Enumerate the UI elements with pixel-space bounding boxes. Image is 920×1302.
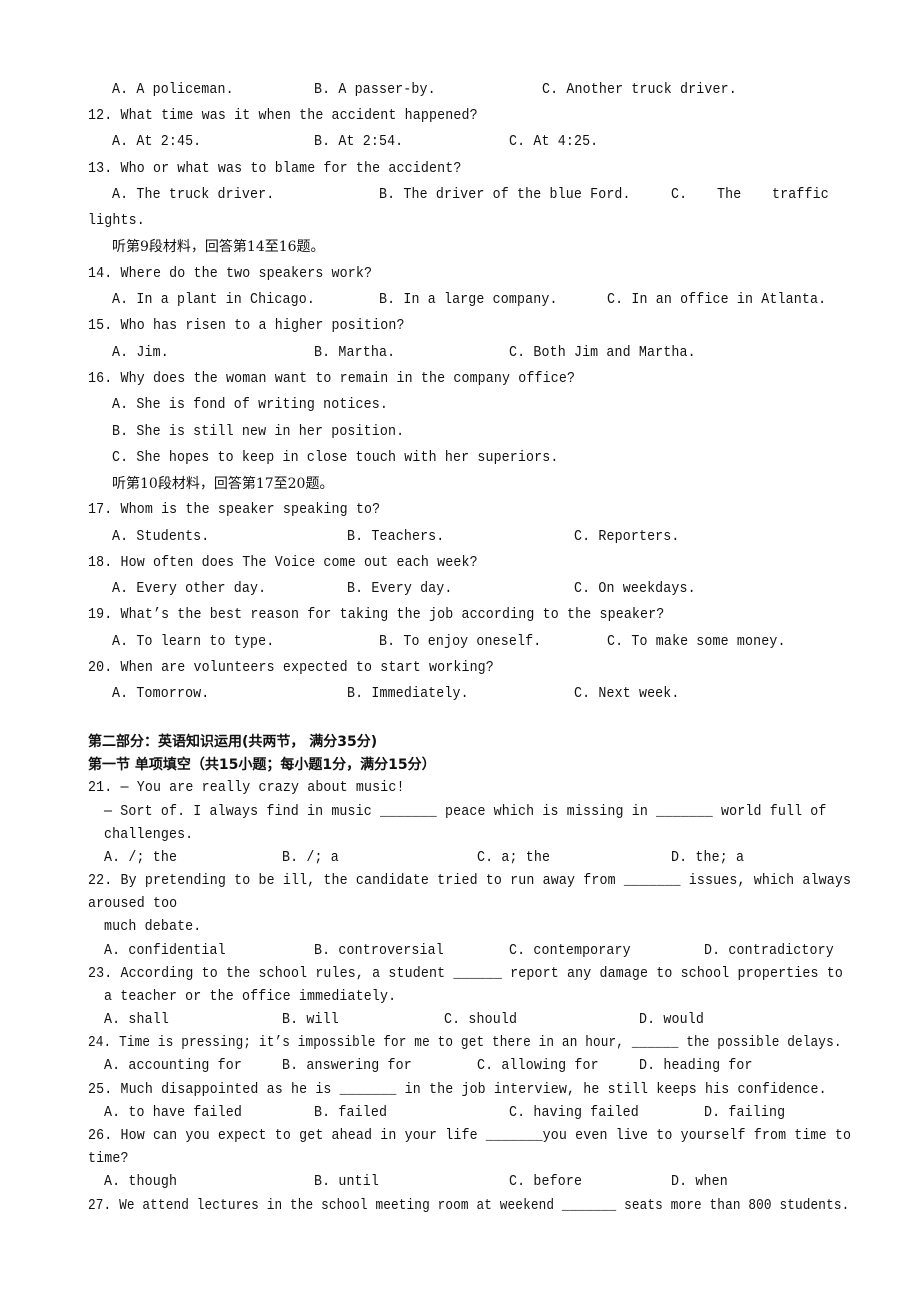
question-stem-line: aroused too <box>88 896 178 912</box>
question-stem: 12. What time was it when the accident h… <box>88 108 478 124</box>
option-a: A. shall <box>104 1012 169 1028</box>
option-b: B. answering for <box>282 1058 412 1074</box>
option-b: B. failed <box>314 1105 388 1121</box>
option-c: C. In an office in Atlanta. <box>607 292 827 308</box>
section-heading: 第一节 单项填空（共15小题；每小题1分，满分15分） <box>88 757 436 773</box>
option-a: A. To learn to type. <box>112 634 275 650</box>
option-c: C. On weekdays. <box>574 581 696 597</box>
option-a: A. The truck driver. <box>112 187 275 203</box>
option-b: B. The driver of the blue Ford. <box>379 187 631 203</box>
question-stem-line: challenges. <box>104 827 194 843</box>
option-d: D. failing <box>704 1105 786 1121</box>
option-c: C. allowing for <box>477 1058 599 1074</box>
option-d: D. contradictory <box>704 943 834 959</box>
question-stem-line: time? <box>88 1151 129 1167</box>
option-c-label: C. <box>671 187 688 203</box>
question-stem: 17. Whom is the speaker speaking to? <box>88 502 381 518</box>
option-b: B. controversial <box>314 943 444 959</box>
part-heading: 第二部分：英语知识运用(共两节， 满分35分) <box>88 734 378 750</box>
question-stem-line: much debate. <box>104 919 202 935</box>
option-a: A. She is fond of writing notices. <box>112 397 389 413</box>
option-c: C. contemporary <box>509 943 631 959</box>
option-b: B. Immediately. <box>347 686 469 702</box>
option-a: A. though <box>104 1174 178 1190</box>
option-b: B. To enjoy oneself. <box>379 634 542 650</box>
option-b: B. At 2:54. <box>314 134 404 150</box>
question-stem: 16. Why does the woman want to remain in… <box>88 371 576 387</box>
option-a: A. Every other day. <box>112 581 267 597</box>
option-a: A. In a plant in Chicago. <box>112 292 315 308</box>
option-d: D. heading for <box>639 1058 753 1074</box>
option-d: D. the; a <box>671 850 745 866</box>
option-c-word: traffic <box>772 187 829 203</box>
option-a: A. At 2:45. <box>112 134 202 150</box>
question-stem: 20. When are volunteers expected to star… <box>88 660 494 676</box>
option-c: C. Both Jim and Martha. <box>509 345 696 361</box>
option-b: B. In a large company. <box>379 292 558 308</box>
option-a: A. to have failed <box>104 1105 243 1121</box>
option-c-continuation: lights. <box>88 213 145 229</box>
question-stem: 23. According to the school rules, a stu… <box>88 966 844 982</box>
option-a: A. accounting for <box>104 1058 243 1074</box>
question-stem: 14. Where do the two speakers work? <box>88 266 373 282</box>
question-stem: 27. We attend lectures in the school mee… <box>88 1198 850 1214</box>
question-stem: 18. How often does The Voice come out ea… <box>88 555 478 571</box>
option-b: B. /; a <box>282 850 339 866</box>
option-c: C. She hopes to keep in close touch with… <box>112 450 559 466</box>
option-b: B. until <box>314 1174 379 1190</box>
option-a: A. Students. <box>112 529 210 545</box>
question-stem: 22. By pretending to be ill, the candida… <box>88 873 852 889</box>
option-d: D. would <box>639 1012 704 1028</box>
option-c: C. Another truck driver. <box>542 82 737 98</box>
option-c: C. a; the <box>477 850 551 866</box>
option-c: C. having failed <box>509 1105 639 1121</box>
option-a: A. Tomorrow. <box>112 686 210 702</box>
option-c: C. To make some money. <box>607 634 786 650</box>
option-c: C. before <box>509 1174 583 1190</box>
question-stem: 24. Time is pressing; it’s impossible fo… <box>88 1035 842 1051</box>
option-b: B. She is still new in her position. <box>112 424 405 440</box>
question-stem-line: a teacher or the office immediately. <box>104 989 397 1005</box>
option-b: B. Teachers. <box>347 529 445 545</box>
option-c: C. should <box>444 1012 518 1028</box>
option-c: C. Next week. <box>574 686 680 702</box>
option-a: A. confidential <box>104 943 226 959</box>
question-stem: 25. Much disappointed as he is _______ i… <box>88 1082 827 1098</box>
option-b: B. will <box>282 1012 339 1028</box>
option-b: B. Martha. <box>314 345 396 361</box>
option-a: A. /; the <box>104 850 178 866</box>
question-stem: 26. How can you expect to get ahead in y… <box>88 1128 852 1144</box>
question-stem: 19. What’s the best reason for taking th… <box>88 607 665 623</box>
option-c: C. Reporters. <box>574 529 680 545</box>
question-stem-line: — Sort of. I always find in music ______… <box>104 804 827 820</box>
question-stem: 15. Who has risen to a higher position? <box>88 318 405 334</box>
section-instruction: 听第9段材料，回答第14至16题。 <box>112 239 325 255</box>
option-c-word: The <box>717 187 742 203</box>
section-instruction: 听第10段材料，回答第17至20题。 <box>112 476 334 492</box>
option-a: A. A policeman. <box>112 82 234 98</box>
option-d: D. when <box>671 1174 728 1190</box>
option-b: B. Every day. <box>347 581 453 597</box>
option-a: A. Jim. <box>112 345 169 361</box>
question-stem: 21. — You are really crazy about music! <box>88 780 405 796</box>
option-b: B. A passer-by. <box>314 82 436 98</box>
option-c: C. At 4:25. <box>509 134 599 150</box>
question-stem: 13. Who or what was to blame for the acc… <box>88 161 462 177</box>
